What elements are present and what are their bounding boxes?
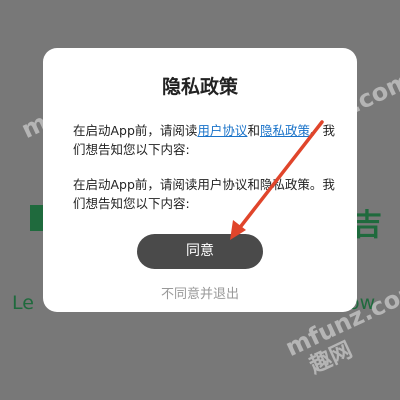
dialog-title: 隐私政策: [161, 76, 238, 98]
message-prefix: 在启动App前，请阅读: [73, 123, 198, 138]
screen: 吉 Le ow mfunz.com mfunz.com mfunz.com 趣网…: [0, 0, 400, 400]
user-agreement-link[interactable]: 用户协议: [197, 123, 247, 138]
agree-button[interactable]: 同意: [137, 234, 263, 269]
message-and: 和: [247, 123, 260, 138]
decline-and-exit-button[interactable]: 不同意并退出: [43, 283, 357, 302]
dialog-message-plain: 在启动App前，请阅读用户协议和隐私政策。我们想告知您以下内容:: [73, 177, 335, 211]
privacy-policy-link[interactable]: 隐私政策: [260, 123, 310, 138]
privacy-policy-dialog: 隐私政策 在启动App前，请阅读用户协议和隐私政策。我们想告知您以下内容: 在启…: [43, 48, 357, 312]
dialog-message-with-links: 在启动App前，请阅读用户协议和隐私政策。我们想告知您以下内容:: [73, 121, 335, 159]
background-tagline-left: Le: [12, 292, 34, 314]
